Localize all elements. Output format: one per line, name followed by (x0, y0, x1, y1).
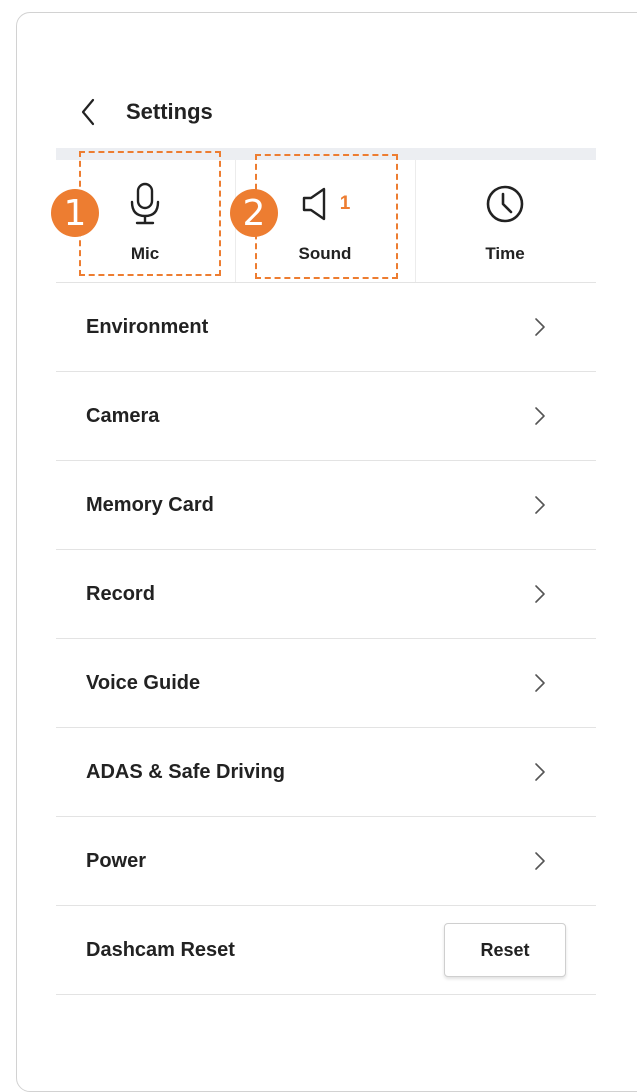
chevron-right-icon (534, 584, 546, 604)
list-item-adas[interactable]: ADAS & Safe Driving (56, 728, 596, 817)
list-item-label: Voice Guide (86, 671, 201, 694)
list-item-label: Power (86, 849, 147, 872)
annotation-box-mic (79, 151, 221, 276)
tab-time-label: Time (485, 244, 525, 263)
reset-button[interactable]: Reset (444, 923, 566, 977)
list-item-label: Environment (86, 315, 209, 338)
chevron-right-icon (534, 851, 546, 871)
clock-icon (486, 185, 524, 223)
list-item-power[interactable]: Power (56, 817, 596, 906)
chevron-right-icon (534, 673, 546, 693)
list-item-label: Camera (86, 404, 160, 427)
chevron-right-icon (534, 495, 546, 515)
dashcam-reset-label: Dashcam Reset (86, 938, 235, 961)
list-item-label: ADAS & Safe Driving (86, 760, 285, 783)
list-item-dashcam-reset: Dashcam Reset Reset (56, 906, 596, 995)
chevron-right-icon (534, 762, 546, 782)
list-item-camera[interactable]: Camera (56, 372, 596, 461)
annotation-badge-1: 1 (51, 189, 99, 237)
back-button[interactable] (80, 96, 108, 128)
chevron-right-icon (534, 406, 546, 426)
list-item-environment[interactable]: Environment (56, 283, 596, 372)
list-item-record[interactable]: Record (56, 550, 596, 639)
list-item-voice-guide[interactable]: Voice Guide (56, 639, 596, 728)
list-item-label: Record (86, 582, 155, 605)
annotation-badge-2: 2 (230, 189, 278, 237)
settings-list: Environment Camera Memory Card Record Vo… (56, 283, 596, 995)
page-header: Settings (80, 92, 213, 132)
chevron-right-icon (534, 317, 546, 337)
list-item-memory-card[interactable]: Memory Card (56, 461, 596, 550)
tab-time[interactable]: Time (416, 160, 594, 282)
page-title: Settings (126, 99, 213, 124)
list-item-label: Memory Card (86, 493, 214, 516)
chevron-left-icon (81, 98, 95, 126)
